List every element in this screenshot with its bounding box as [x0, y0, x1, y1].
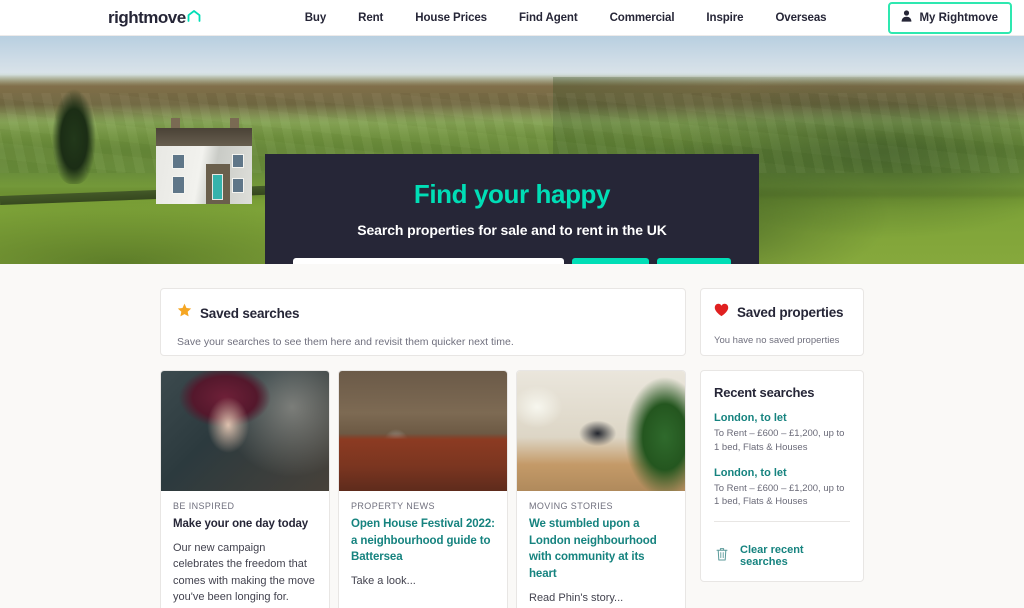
- modern-brick-house-extension-photo: [339, 371, 507, 491]
- recent-search-link[interactable]: London, to let: [714, 467, 850, 479]
- article-body: PROPERTY NEWS Open House Festival 2022: …: [339, 491, 507, 604]
- clear-recent-searches-button[interactable]: Clear recent searches: [701, 532, 863, 581]
- rightmove-logo[interactable]: rightmove: [108, 8, 201, 28]
- nav-item-overseas[interactable]: Overseas: [759, 12, 842, 24]
- article-text: Our new campaign celebrates the freedom …: [173, 541, 315, 604]
- nav-item-rent[interactable]: Rent: [342, 12, 399, 24]
- saved-properties-card[interactable]: Saved properties You have no saved prope…: [700, 288, 864, 356]
- farmhouse-window: [172, 154, 185, 169]
- farmhouse-window: [172, 176, 185, 194]
- recent-searches-title: Recent searches: [714, 385, 815, 400]
- right-column: Saved properties You have no saved prope…: [700, 288, 864, 583]
- for-sale-button[interactable]: For Sale: [572, 257, 650, 264]
- my-rightmove-button[interactable]: My Rightmove: [888, 1, 1013, 34]
- article-kicker: BE INSPIRED: [173, 501, 235, 511]
- nav-item-find-agent[interactable]: Find Agent: [503, 12, 594, 24]
- recent-search-meta: To Rent – £600 – £1,200, up to 1 bed, Fl…: [714, 482, 845, 508]
- hero-farmhouse: [156, 118, 252, 204]
- nav-item-buy[interactable]: Buy: [289, 12, 342, 24]
- article-card[interactable]: PROPERTY NEWS Open House Festival 2022: …: [338, 370, 508, 608]
- hero-banner: Find your happy Search properties for sa…: [0, 36, 1024, 264]
- farmhouse-window: [232, 154, 244, 168]
- saved-properties-title: Saved properties: [737, 305, 844, 320]
- trash-icon: [716, 547, 728, 566]
- farmhouse-roof: [156, 128, 252, 148]
- article-text: Take a look...: [351, 575, 416, 588]
- main-content: Saved searches Save your searches to see…: [0, 264, 1024, 608]
- recent-searches-inner: Recent searches London, to let To Rent –…: [701, 371, 863, 532]
- heart-icon: [714, 303, 729, 322]
- main-navigation: Buy Rent House Prices Find Agent Commerc…: [289, 12, 843, 24]
- star-icon: [177, 303, 192, 323]
- article-list: BE INSPIRED Make your one day today Our …: [160, 370, 686, 608]
- nav-item-house-prices[interactable]: House Prices: [399, 12, 503, 24]
- article-body: BE INSPIRED Make your one day today Our …: [161, 491, 329, 608]
- article-title: Make your one day today: [173, 518, 309, 530]
- saved-searches-title: Saved searches: [200, 305, 300, 321]
- article-title-link[interactable]: We stumbled upon a London neighbourhood …: [529, 516, 673, 583]
- article-title-link[interactable]: Open House Festival 2022: a neighbourhoo…: [351, 516, 495, 566]
- saved-searches-header: Saved searches: [177, 303, 669, 323]
- plant-filled-living-room-photo: [517, 371, 685, 491]
- recent-search-link[interactable]: London, to let: [714, 412, 850, 424]
- saved-properties-description: You have no saved properties: [714, 335, 840, 346]
- recent-search-item[interactable]: London, to let To Rent – £600 – £1,200, …: [714, 467, 850, 510]
- saved-properties-header: Saved properties: [714, 303, 850, 322]
- person-icon: [901, 9, 912, 27]
- left-column: Saved searches Save your searches to see…: [160, 288, 686, 608]
- article-text: Read Phin's story...: [529, 591, 624, 604]
- recent-searches-card: Recent searches London, to let To Rent –…: [700, 370, 864, 583]
- hero-subtitle: Search properties for sale and to rent i…: [357, 221, 667, 238]
- search-row: For Sale To Rent: [293, 257, 731, 264]
- article-kicker: PROPERTY NEWS: [351, 501, 435, 511]
- woman-in-burgundy-hat-photo: [161, 371, 329, 491]
- site-header: rightmove Buy Rent House Prices Find Age…: [0, 0, 1024, 36]
- article-card[interactable]: BE INSPIRED Make your one day today Our …: [160, 370, 330, 608]
- hero-search-panel: Find your happy Search properties for sa…: [265, 154, 759, 264]
- hero-conifer-tree: [52, 84, 96, 184]
- article-card[interactable]: MOVING STORIES We stumbled upon a London…: [516, 370, 686, 608]
- nav-item-inspire[interactable]: Inspire: [690, 12, 759, 24]
- farmhouse-door: [212, 174, 223, 200]
- clear-recent-searches-label: Clear recent searches: [740, 544, 804, 569]
- farmhouse-window: [232, 178, 244, 193]
- nav-item-commercial[interactable]: Commercial: [594, 12, 691, 24]
- saved-searches-description: Save your searches to see them here and …: [177, 336, 514, 348]
- article-body: MOVING STORIES We stumbled upon a London…: [517, 491, 685, 608]
- to-rent-button[interactable]: To Rent: [657, 257, 731, 264]
- logo-text: rightmove: [108, 7, 186, 27]
- house-outline-icon: [187, 9, 201, 27]
- saved-searches-card[interactable]: Saved searches Save your searches to see…: [160, 288, 686, 356]
- divider: [714, 521, 850, 523]
- my-rightmove-label: My Rightmove: [919, 11, 999, 24]
- article-kicker: MOVING STORIES: [529, 501, 613, 511]
- recent-search-meta: To Rent – £600 – £1,200, up to 1 bed, Fl…: [714, 428, 845, 453]
- hero-title: Find your happy: [413, 179, 611, 209]
- recent-search-item[interactable]: London, to let To Rent – £600 – £1,200, …: [714, 412, 850, 455]
- location-search-input[interactable]: [293, 257, 565, 264]
